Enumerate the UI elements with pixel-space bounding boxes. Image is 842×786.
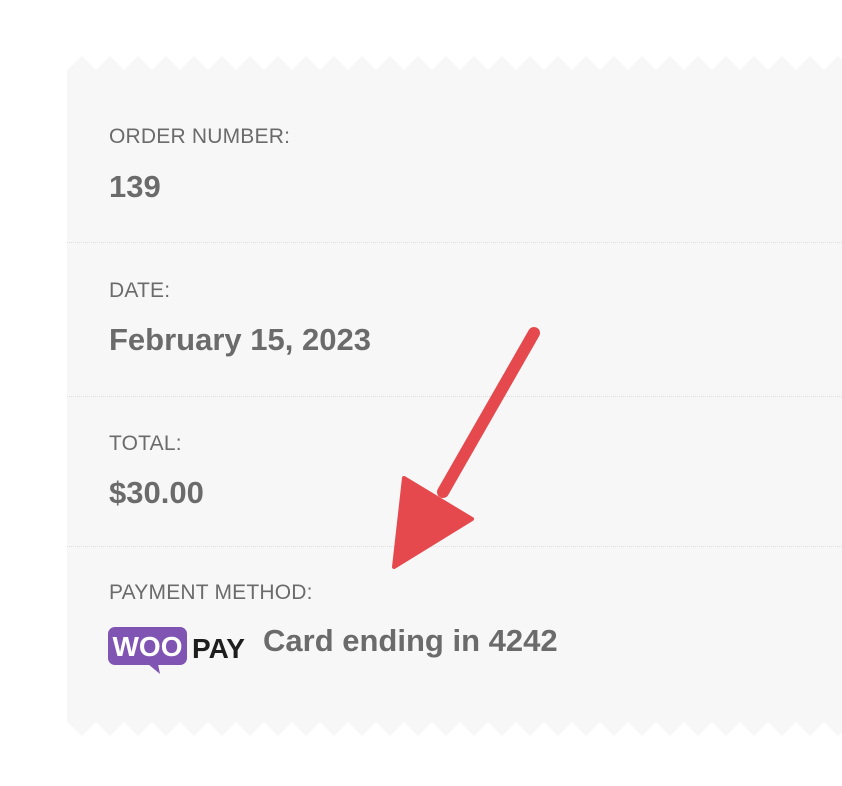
order-details-receipt: ORDER NUMBER: 139 DATE: February 15, 202…: [67, 56, 842, 736]
divider: [67, 396, 842, 397]
pay-logo-text: PAY: [192, 633, 245, 664]
woo-logo-text: WOO: [113, 631, 183, 662]
total-label: TOTAL:: [109, 432, 182, 455]
date-label: DATE:: [109, 279, 171, 302]
payment-method-label: PAYMENT METHOD:: [109, 581, 313, 604]
woo-logo-bubble-tail: [148, 664, 160, 674]
order-number-label: ORDER NUMBER:: [109, 125, 291, 148]
payment-method-value: Card ending in 4242: [263, 623, 558, 658]
divider: [67, 546, 842, 547]
woopay-logo: WOO PAY: [108, 627, 245, 674]
divider: [67, 242, 842, 243]
order-number-value: 139: [109, 169, 161, 204]
total-value: $30.00: [109, 475, 204, 510]
date-value: February 15, 2023: [109, 322, 371, 357]
